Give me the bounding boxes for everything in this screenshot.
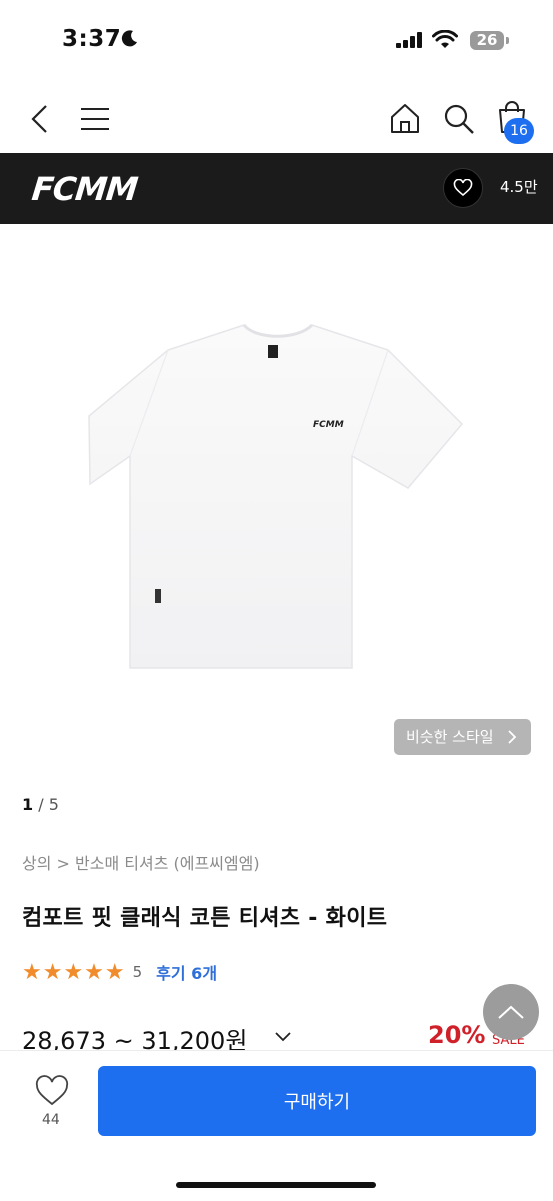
breadcrumb[interactable]: 상의 > 반소매 티셔츠 (에프씨엠엠) [22, 850, 260, 874]
status-time: 3:37 [62, 26, 122, 52]
battery-icon: 26 [470, 31, 504, 50]
home-icon[interactable] [389, 102, 421, 134]
star-rating-icon: ★★★★★ [22, 959, 126, 985]
brand-like-button[interactable] [443, 168, 483, 208]
wishlist-count: 44 [42, 1112, 60, 1128]
chevron-up-icon [498, 1005, 524, 1019]
cart-count-badge: 16 [504, 118, 534, 144]
image-pager: 1 / 5 [22, 795, 59, 814]
heart-icon [453, 179, 473, 197]
back-icon[interactable] [30, 104, 50, 134]
menu-icon[interactable] [80, 107, 110, 131]
moon-icon [121, 30, 137, 47]
status-bar: 3:37 26 [0, 0, 553, 80]
brand-logo[interactable]: FCMM [30, 170, 139, 208]
signal-icon [396, 32, 422, 48]
brand-like-count: 4.5만 [500, 178, 538, 196]
reviews-link[interactable]: 후기 6개 [156, 960, 217, 984]
rating-value: 5 [132, 963, 143, 981]
similar-style-label: 비슷한 스타일 [406, 728, 494, 746]
similar-style-button[interactable]: 비슷한 스타일 [394, 719, 531, 755]
search-icon[interactable] [443, 103, 475, 135]
wishlist-heart-icon[interactable] [34, 1075, 70, 1107]
discount-rate: 20% [428, 1021, 486, 1049]
scroll-to-top-button[interactable] [483, 984, 539, 1040]
svg-text:FCMM: FCMM [313, 420, 344, 430]
price-dropdown-icon[interactable] [274, 1031, 292, 1043]
pager-total: / 5 [38, 795, 59, 814]
chevron-right-icon [508, 730, 517, 744]
pager-current: 1 [22, 795, 34, 814]
buy-button[interactable]: 구매하기 [98, 1066, 536, 1136]
rating-row: ★★★★★ 5 후기 6개 [22, 959, 217, 985]
tshirt-image: FCMM [88, 323, 464, 669]
home-indicator [176, 1182, 376, 1188]
product-title: 컴포트 핏 클래식 코튼 티셔츠 - 화이트 [22, 906, 388, 931]
product-image[interactable]: FCMM [0, 224, 553, 784]
battery-tip [506, 37, 509, 44]
wifi-icon [432, 30, 458, 48]
